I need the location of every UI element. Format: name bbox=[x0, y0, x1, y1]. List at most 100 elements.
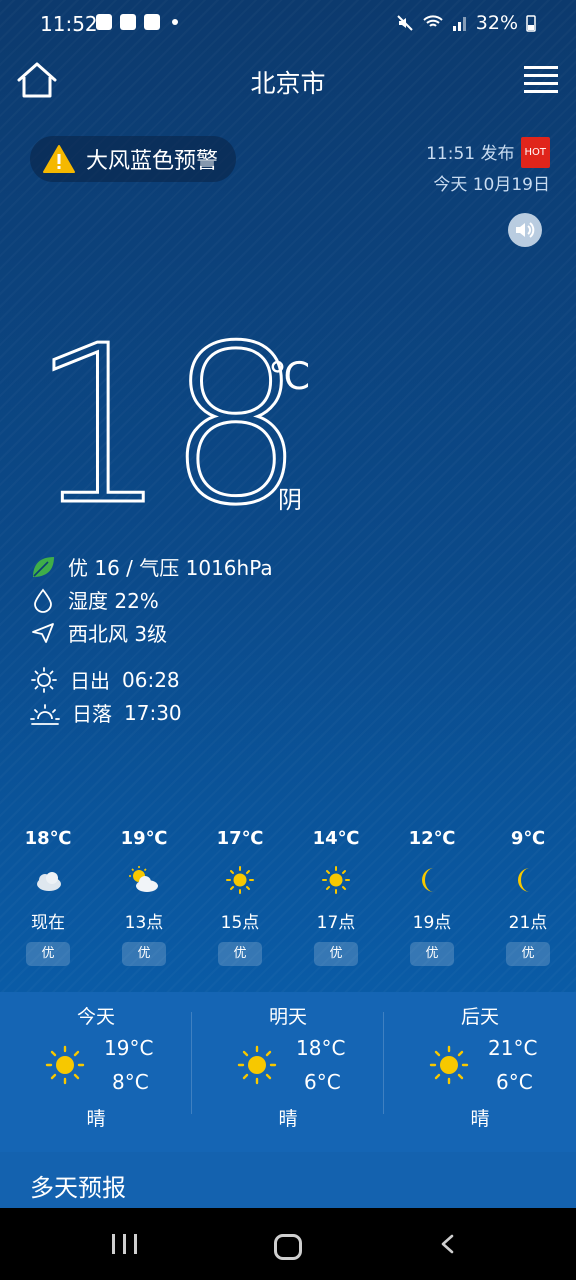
sunset-row: 日落 17:30 bbox=[30, 698, 182, 727]
recent-apps-button[interactable] bbox=[112, 1234, 137, 1254]
day-high: 21°C bbox=[488, 1036, 538, 1060]
wind-text: 西北风 3级 bbox=[68, 622, 168, 646]
sunrise-label: 日出 bbox=[70, 669, 110, 693]
air-quality-badge: 优 bbox=[314, 942, 358, 966]
day-desc: 晴 bbox=[278, 1108, 298, 1130]
recent-apps-bar bbox=[123, 1234, 126, 1254]
hourly-hour: 15点 bbox=[220, 913, 260, 933]
day-name: 今天 bbox=[76, 1006, 115, 1028]
recent-apps-bar bbox=[134, 1234, 137, 1254]
air-quality-badge: 优 bbox=[122, 942, 166, 966]
mute-icon bbox=[397, 15, 413, 31]
publish-info: 11:51 发布 HOT 今天 10月19日 bbox=[426, 137, 550, 200]
gallery-icon bbox=[120, 14, 136, 30]
hourly-hour: 现在 bbox=[31, 913, 65, 933]
day-card-today[interactable]: 今天 19°C 8°C 晴 bbox=[0, 992, 192, 1152]
menu-line bbox=[524, 82, 558, 85]
sun-icon bbox=[322, 866, 350, 894]
hourly-forecast[interactable]: 18℃ 现在 优 19℃ 13点 优 17℃ 15点 优 14℃ 17点 优 1… bbox=[0, 804, 576, 990]
day-card-day-after[interactable]: 后天 21°C 6°C 晴 bbox=[384, 992, 576, 1152]
sunset-label: 日落 bbox=[72, 702, 112, 726]
notification-app-icon bbox=[96, 14, 112, 30]
sunset-icon bbox=[30, 703, 60, 725]
menu-line bbox=[524, 74, 558, 77]
leaf-icon bbox=[33, 556, 54, 577]
sunset-time: 17:30 bbox=[124, 700, 182, 725]
signal-icon bbox=[452, 17, 466, 31]
sun-icon bbox=[226, 866, 254, 894]
day-desc: 晴 bbox=[470, 1108, 490, 1130]
current-temperature: 18 bbox=[28, 300, 306, 553]
hot-badge: HOT bbox=[520, 137, 550, 168]
air-quality-badge: 优 bbox=[506, 942, 550, 966]
status-bar: 11:52 32% bbox=[0, 0, 576, 48]
speaker-button[interactable] bbox=[508, 213, 542, 247]
wind-direction-icon bbox=[32, 622, 54, 643]
battery-icon bbox=[526, 15, 536, 32]
wind-row: 西北风 3级 bbox=[30, 618, 167, 647]
menu-line bbox=[524, 90, 558, 93]
notification-icons bbox=[96, 14, 178, 30]
sun-icon bbox=[429, 1045, 469, 1085]
day-high: 19°C bbox=[104, 1036, 154, 1060]
city-title[interactable]: 北京市 bbox=[0, 64, 576, 100]
moon-icon bbox=[518, 868, 530, 892]
hourly-temp: 19℃ bbox=[120, 828, 168, 849]
day-low: 8°C bbox=[112, 1070, 149, 1094]
wifi-icon bbox=[423, 15, 443, 27]
day-low: 6°C bbox=[304, 1070, 341, 1094]
air-quality-badge: 优 bbox=[410, 942, 454, 966]
sun-icon bbox=[237, 1045, 277, 1085]
multi-day-title: 多天预报 bbox=[30, 1174, 126, 1202]
warning-icon bbox=[43, 145, 75, 173]
menu-button[interactable] bbox=[524, 66, 558, 96]
battery-percent: 32% bbox=[475, 12, 518, 34]
humidity-text: 湿度 22% bbox=[68, 589, 159, 613]
more-notifications-icon bbox=[172, 19, 178, 25]
hourly-hour: 17点 bbox=[316, 913, 356, 933]
moon-icon bbox=[422, 868, 434, 892]
publish-time: 11:51 发布 bbox=[426, 144, 515, 164]
air-quality-badge: 优 bbox=[218, 942, 262, 966]
day-desc: 晴 bbox=[86, 1108, 106, 1130]
weather-alert-pill[interactable]: 大风蓝色预警 bbox=[30, 136, 237, 182]
publish-date: 今天 10月19日 bbox=[433, 175, 550, 195]
three-day-forecast[interactable]: 今天 19°C 8°C 晴 明天 18°C 6°C 晴 后天 21°C 6°C … bbox=[0, 992, 576, 1152]
multi-day-forecast-header[interactable]: 多天预报 bbox=[0, 1152, 576, 1210]
temperature-unit: ℃ bbox=[268, 354, 311, 398]
home-button[interactable] bbox=[274, 1234, 302, 1260]
navigation-bar bbox=[0, 1208, 576, 1280]
sun-icon bbox=[45, 1045, 85, 1085]
day-name: 后天 bbox=[460, 1006, 499, 1028]
current-condition: 阴 bbox=[278, 486, 302, 514]
hourly-hour: 19点 bbox=[412, 913, 452, 933]
partly-cloudy-icon bbox=[129, 866, 158, 892]
sunrise-time: 06:28 bbox=[122, 667, 180, 692]
sunrise-row: 日出 06:28 bbox=[30, 665, 180, 694]
day-name: 明天 bbox=[268, 1006, 307, 1028]
back-icon[interactable] bbox=[438, 1234, 458, 1254]
day-low: 6°C bbox=[496, 1070, 533, 1094]
day-high: 18°C bbox=[296, 1036, 346, 1060]
day-card-tomorrow[interactable]: 明天 18°C 6°C 晴 bbox=[192, 992, 384, 1152]
hourly-temp: 17℃ bbox=[216, 828, 264, 849]
sunrise-icon bbox=[31, 666, 57, 693]
status-time: 11:52 bbox=[40, 12, 98, 36]
hourly-temp: 9℃ bbox=[510, 828, 546, 849]
recent-apps-bar bbox=[112, 1234, 115, 1254]
hourly-temp: 14℃ bbox=[312, 828, 360, 849]
aqi-pressure-text: 优 16 / 气压 1016hPa bbox=[68, 556, 273, 580]
humidity-row: 湿度 22% bbox=[30, 585, 159, 614]
hourly-temp: 18℃ bbox=[24, 828, 72, 849]
aqi-row[interactable]: 优 16 / 气压 1016hPa bbox=[30, 552, 273, 581]
hourly-temp: 12℃ bbox=[408, 828, 456, 849]
menu-line bbox=[524, 66, 558, 69]
alert-text: 大风蓝色预警 bbox=[86, 149, 219, 174]
hourly-hour: 21点 bbox=[508, 913, 548, 933]
hourly-hour: 13点 bbox=[124, 913, 164, 933]
air-quality-badge: 优 bbox=[26, 942, 70, 966]
system-icons: 32% bbox=[396, 12, 536, 34]
cloudy-icon bbox=[37, 872, 61, 891]
speaker-icon bbox=[516, 222, 535, 238]
checkbox-icon bbox=[144, 14, 160, 30]
